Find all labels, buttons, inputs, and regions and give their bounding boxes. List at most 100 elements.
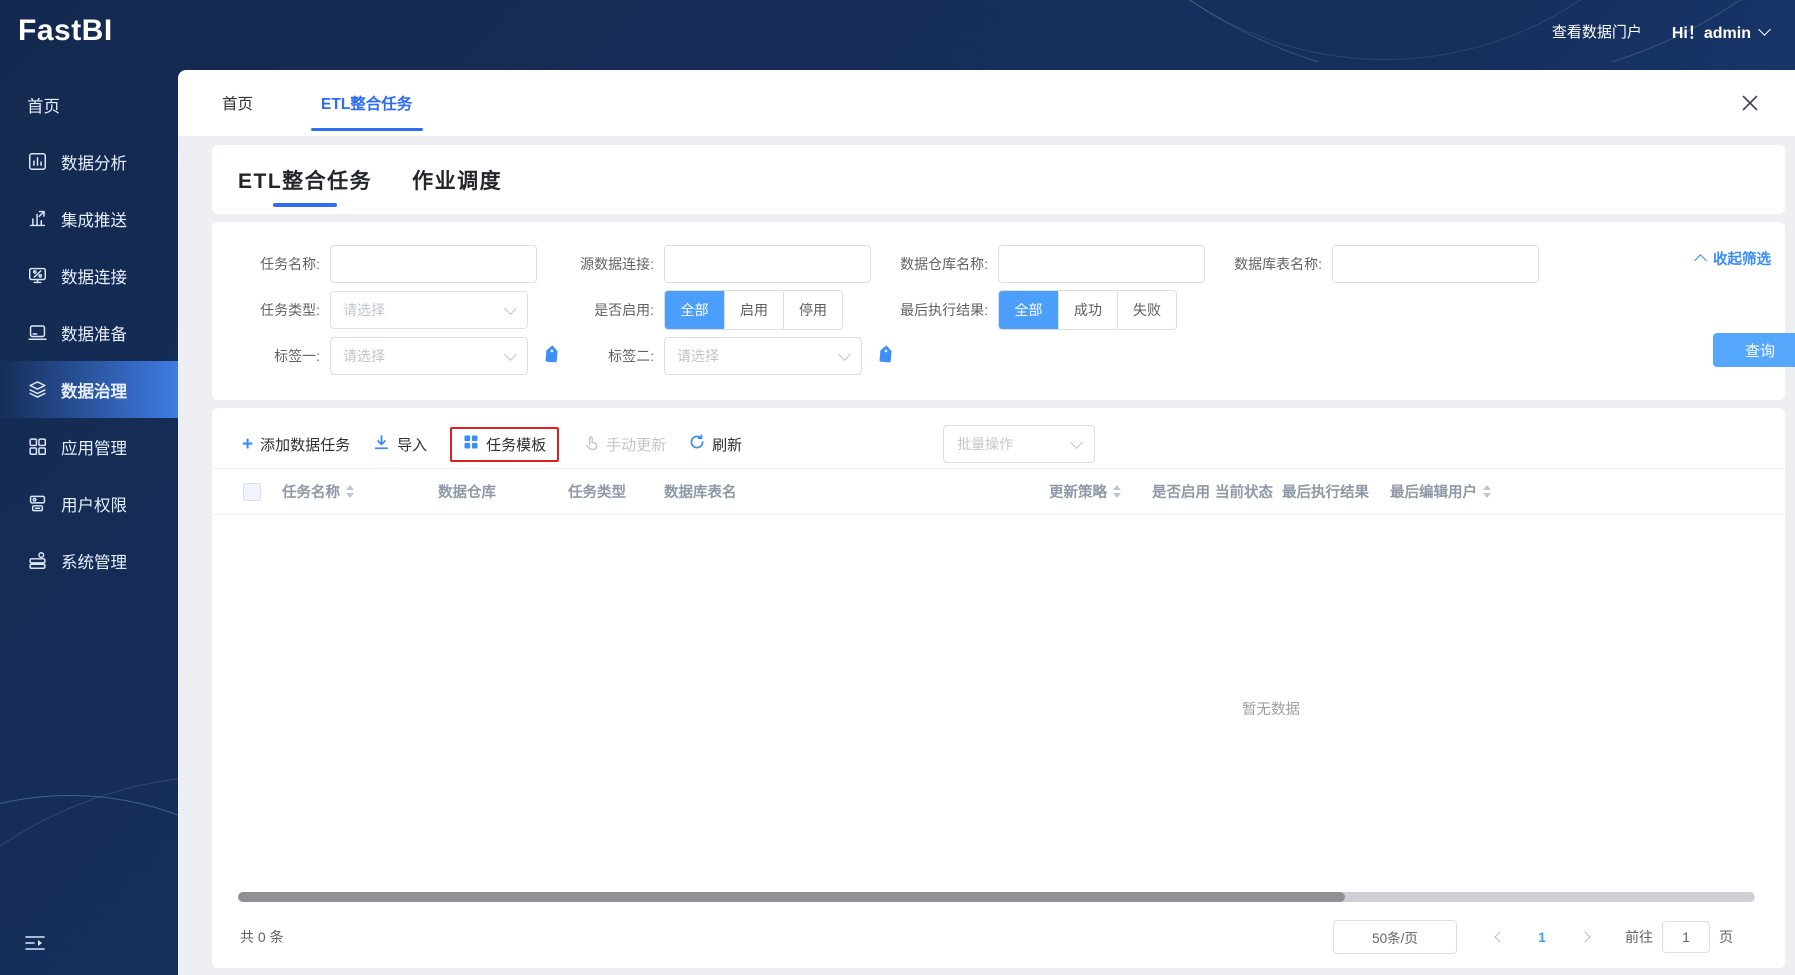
column-task-name[interactable]: 任务名称: [278, 481, 438, 502]
tag-icon[interactable]: [876, 344, 895, 366]
plus-icon: +: [242, 433, 254, 455]
sidebar: 首页 数据分析 集成推送 数据连接 数据准备 数据治理 应用管理 用户权限 系统…: [0, 62, 178, 975]
table-toolbar: + 添加数据任务 导入 任务模板 手动更新 刷新 批量操作: [212, 408, 1785, 464]
collapse-filter-link[interactable]: 收起筛选: [1694, 248, 1771, 269]
source-connection-input[interactable]: [664, 245, 871, 283]
column-update-strategy[interactable]: 更新策略: [1049, 481, 1152, 502]
task-name-input[interactable]: [330, 245, 537, 283]
app-header: FastBI 查看数据门户 Hi！admin: [0, 0, 1795, 62]
search-button[interactable]: 查询: [1713, 333, 1795, 367]
grid-icon: [27, 436, 48, 457]
sidebar-item-data-analysis[interactable]: 数据分析: [0, 133, 178, 190]
template-grid-icon: [463, 434, 479, 454]
tag1-select[interactable]: 请选择: [330, 337, 528, 375]
chevron-down-icon: [1758, 22, 1771, 36]
result-option-all[interactable]: 全部: [999, 291, 1058, 329]
page-unit-label: 页: [1719, 929, 1733, 945]
table-header-row: 任务名称 数据仓库 任务类型 数据库表名 更新策略 是否启用 当前状态 最后执行…: [212, 468, 1785, 515]
chevron-down-icon: [504, 347, 517, 361]
tab-etl-tasks[interactable]: ETL整合任务: [321, 92, 412, 114]
manual-update-button[interactable]: 手动更新: [582, 434, 666, 455]
sort-icon[interactable]: [1483, 485, 1491, 498]
total-count: 共 0 条: [240, 929, 284, 945]
page-size-select[interactable]: 50条/页: [1333, 920, 1457, 954]
table-footer: 共 0 条 50条/页 1 前往 页: [240, 920, 1733, 954]
empty-state-text: 暂无数据: [1242, 702, 1300, 718]
next-page-button[interactable]: [1569, 920, 1603, 954]
window-tabstrip: 首页 ETL整合任务: [178, 70, 1795, 136]
sidebar-item-data-connection[interactable]: 数据连接: [0, 247, 178, 304]
page-tabs-card: ETL整合任务 作业调度: [212, 145, 1785, 214]
task-name-label: 任务名称:: [260, 256, 320, 272]
warehouse-name-input[interactable]: [998, 245, 1205, 283]
content-area: 首页 ETL整合任务 ETL整合任务 作业调度 收起筛选 任务名称: 源数据连接…: [178, 62, 1795, 975]
enabled-button-group: 全部 启用 停用: [664, 290, 843, 330]
tab-home[interactable]: 首页: [222, 92, 253, 114]
add-data-task-button[interactable]: + 添加数据任务: [242, 434, 350, 455]
table-name-input[interactable]: [1332, 245, 1539, 283]
sidebar-item-home[interactable]: 首页: [0, 76, 178, 133]
task-template-highlight-box: 任务模板: [450, 426, 560, 462]
user-greeting: Hi！admin: [1671, 25, 1751, 42]
goto-label: 前往: [1625, 929, 1653, 945]
enabled-option-off[interactable]: 停用: [783, 291, 842, 329]
sidebar-collapse-button[interactable]: [24, 934, 46, 957]
page-tab-job-schedule[interactable]: 作业调度: [412, 145, 502, 214]
chevron-down-icon: [838, 347, 851, 361]
scrollbar-thumb[interactable]: [238, 892, 1346, 902]
table-name-label: 数据库表名称:: [1234, 256, 1322, 272]
result-option-fail[interactable]: 失败: [1117, 291, 1176, 329]
chevron-up-icon: [1694, 254, 1707, 267]
select-all-checkbox[interactable]: [243, 482, 261, 501]
tag2-select[interactable]: 请选择: [664, 337, 862, 375]
sidebar-item-data-preparation[interactable]: 数据准备: [0, 304, 178, 361]
sidebar-item-data-governance[interactable]: 数据治理: [0, 361, 178, 418]
filter-card: 收起筛选 任务名称: 源数据连接: 数据仓库名称: 数据库表名称: 任务类型: …: [212, 222, 1795, 400]
column-warehouse: 数据仓库: [438, 485, 496, 501]
sidebar-item-integration-push[interactable]: 集成推送: [0, 190, 178, 247]
refresh-button[interactable]: 刷新: [689, 434, 742, 455]
current-page[interactable]: 1: [1525, 929, 1559, 945]
sidebar-item-user-permissions[interactable]: 用户权限: [0, 475, 178, 532]
sort-icon[interactable]: [1113, 485, 1121, 498]
import-icon: [373, 434, 390, 455]
task-template-button[interactable]: 任务模板: [463, 434, 546, 455]
hand-icon: [582, 434, 599, 455]
horizontal-scrollbar[interactable]: [238, 892, 1755, 902]
user-menu[interactable]: Hi！admin: [1671, 19, 1771, 43]
result-button-group: 全部 成功 失败: [998, 290, 1177, 330]
column-last-editor[interactable]: 最后编辑用户: [1390, 481, 1785, 502]
view-data-portal-link[interactable]: 查看数据门户: [1552, 21, 1642, 42]
column-current-status: 当前状态: [1215, 485, 1273, 501]
sort-icon[interactable]: [346, 485, 354, 498]
goto-page-input[interactable]: [1662, 921, 1710, 953]
prev-page-button[interactable]: [1481, 920, 1515, 954]
app-logo: FastBI: [18, 14, 113, 47]
page-tab-etl-tasks[interactable]: ETL整合任务: [238, 145, 372, 214]
enabled-option-on[interactable]: 启用: [724, 291, 783, 329]
laptop-icon: [27, 322, 48, 343]
chart-push-icon: [27, 208, 48, 229]
task-type-select[interactable]: 请选择: [330, 291, 528, 329]
warehouse-name-label: 数据仓库名称:: [900, 256, 988, 272]
close-icon[interactable]: [1739, 92, 1761, 114]
last-result-label: 最后执行结果:: [900, 302, 988, 318]
tag-icon[interactable]: [542, 344, 561, 366]
task-table-card: + 添加数据任务 导入 任务模板 手动更新 刷新 批量操作 任务名称 数据仓库 …: [212, 408, 1785, 968]
user-permission-icon: [27, 493, 48, 514]
enabled-label: 是否启用:: [594, 302, 654, 318]
result-option-success[interactable]: 成功: [1058, 291, 1117, 329]
menu-fold-icon: [24, 936, 46, 956]
column-enabled: 是否启用: [1152, 485, 1210, 501]
source-connection-label: 源数据连接:: [580, 256, 654, 272]
column-task-type: 任务类型: [568, 485, 626, 501]
column-db-table-name: 数据库表名: [664, 485, 737, 501]
batch-operations-select[interactable]: 批量操作: [943, 425, 1096, 463]
monitor-percent-icon: [27, 265, 48, 286]
enabled-option-all[interactable]: 全部: [665, 291, 724, 329]
import-button[interactable]: 导入: [373, 434, 427, 455]
task-type-label: 任务类型:: [260, 302, 320, 318]
sidebar-item-system-management[interactable]: 系统管理: [0, 532, 178, 589]
sidebar-item-app-management[interactable]: 应用管理: [0, 418, 178, 475]
layers-icon: [27, 379, 48, 400]
